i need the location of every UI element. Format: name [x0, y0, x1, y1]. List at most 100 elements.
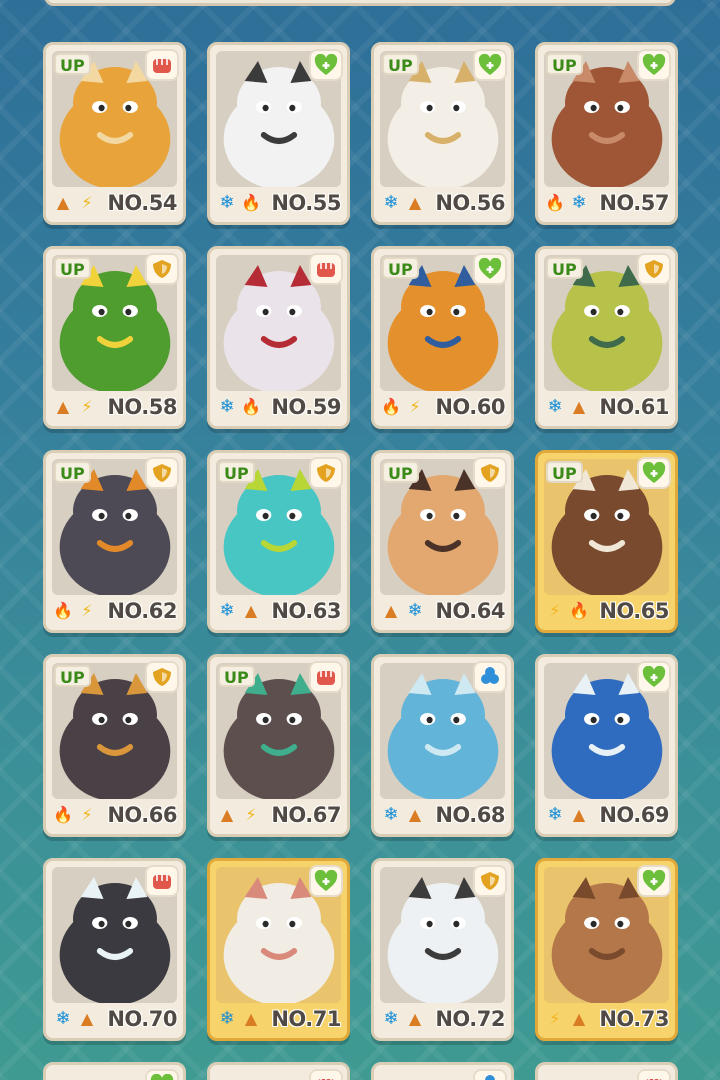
- fist-icon: [637, 1069, 671, 1080]
- monster-card[interactable]: ❄ ▲ NO.72: [371, 858, 514, 1041]
- card-footer: ❄ ▲ NO.68: [380, 800, 505, 830]
- snowflake-icon: ❄: [219, 396, 235, 417]
- monster-card[interactable]: ❄ ▲ NO.70: [43, 858, 186, 1041]
- monster-card[interactable]: ❄ 🔥 NO.59: [207, 246, 350, 429]
- fist-icon: [309, 253, 343, 285]
- mountain-icon: ▲: [244, 601, 258, 620]
- snowflake-icon: ❄: [547, 804, 563, 825]
- heart-plus-icon: [637, 457, 671, 489]
- up-badge: UP: [382, 461, 419, 483]
- snowflake-icon: ❄: [407, 600, 423, 621]
- heart-plus-icon: [473, 49, 507, 81]
- snowflake-icon: ❄: [383, 804, 399, 825]
- monster-card[interactable]: [207, 1062, 350, 1080]
- monster-card[interactable]: UP 🔥 ⚡ NO.66: [43, 654, 186, 837]
- monster-card[interactable]: UP 🔥 ⚡ NO.60: [371, 246, 514, 429]
- monster-card[interactable]: UP 🔥 ⚡ NO.62: [43, 450, 186, 633]
- monster-number: NO.70: [107, 1007, 177, 1031]
- monster-card[interactable]: [371, 1062, 514, 1080]
- mountain-icon: ▲: [408, 193, 422, 212]
- card-footer: ▲ ⚡ NO.54: [52, 188, 178, 218]
- card-footer: 🔥 ⚡ NO.60: [380, 392, 505, 422]
- up-badge: UP: [546, 461, 583, 483]
- lightning-icon: ⚡: [549, 1009, 561, 1028]
- monster-card[interactable]: ❄ 🔥 NO.55: [207, 42, 350, 225]
- monster-card[interactable]: UP ▲ ⚡ NO.58: [43, 246, 186, 429]
- card-footer: ▲ ⚡ NO.67: [216, 800, 342, 830]
- lightning-icon: ⚡: [81, 193, 93, 212]
- heart-plus-icon: [637, 661, 671, 693]
- shield-icon: [637, 253, 671, 285]
- monster-number: NO.65: [599, 599, 669, 623]
- fire-icon: 🔥: [569, 601, 589, 620]
- monster-card[interactable]: UP ▲ ⚡ NO.54: [43, 42, 186, 225]
- monster-card[interactable]: ⚡ ▲ NO.73: [535, 858, 678, 1041]
- shield-icon: [145, 457, 179, 489]
- card-footer: ▲ ❄ NO.64: [380, 596, 506, 626]
- card-footer: ❄ ▲ NO.61: [544, 392, 669, 422]
- card-footer: ❄ ▲ NO.56: [380, 188, 505, 218]
- up-badge: UP: [382, 257, 419, 279]
- up-badge: UP: [546, 257, 583, 279]
- monster-card[interactable]: UP ❄ ▲ NO.56: [371, 42, 514, 225]
- fist-icon: [145, 865, 179, 897]
- monster-card[interactable]: UP ▲ ⚡ NO.67: [207, 654, 350, 837]
- monster-card[interactable]: ❄ ▲ NO.69: [535, 654, 678, 837]
- mountain-icon: ▲: [56, 193, 70, 212]
- monster-card[interactable]: UP 🔥 ❄ NO.57: [535, 42, 678, 225]
- monster-card[interactable]: UP ❄ ▲ NO.63: [207, 450, 350, 633]
- mountain-icon: ▲: [408, 805, 422, 824]
- mountain-icon: ▲: [220, 805, 234, 824]
- monster-card[interactable]: ❄ ▲ NO.68: [371, 654, 514, 837]
- shield-icon: [473, 457, 507, 489]
- monster-number: NO.64: [435, 599, 505, 623]
- monster-number: NO.73: [599, 1007, 669, 1031]
- heart-plus-icon: [309, 49, 343, 81]
- heart-plus-icon: [637, 49, 671, 81]
- snowflake-icon: ❄: [383, 1008, 399, 1029]
- monster-card[interactable]: ❄ ▲ NO.71: [207, 858, 350, 1041]
- shield-icon: [145, 661, 179, 693]
- snowflake-icon: ❄: [219, 600, 235, 621]
- heart-plus-icon: [145, 1069, 179, 1080]
- heart-plus-icon: [637, 865, 671, 897]
- monster-grid: UP ▲ ⚡ NO.54 ❄ 🔥 NO.55 UP ❄ ▲ NO.56 UP 🔥 ❄ NO.57: [43, 42, 678, 1041]
- lightning-icon: ⚡: [409, 397, 421, 416]
- monster-number: NO.69: [599, 803, 669, 827]
- card-footer: ❄ ▲ NO.70: [52, 1004, 177, 1034]
- heart-plus-icon: [473, 253, 507, 285]
- shield-icon: [309, 457, 343, 489]
- monster-number: NO.66: [107, 803, 177, 827]
- lightning-icon: ⚡: [245, 805, 257, 824]
- monster-number: NO.62: [107, 599, 177, 623]
- lightning-icon: ⚡: [81, 805, 93, 824]
- fist-icon: [309, 1069, 343, 1080]
- monster-card[interactable]: UP ⚡ 🔥 NO.65: [535, 450, 678, 633]
- monster-number: NO.67: [271, 803, 341, 827]
- up-badge: UP: [54, 53, 91, 75]
- snowflake-icon: ❄: [219, 192, 235, 213]
- mountain-icon: ▲: [572, 1009, 586, 1028]
- monster-grid-next-row: [43, 1062, 678, 1080]
- mountain-icon: ▲: [244, 1009, 258, 1028]
- heart-plus-icon: [309, 865, 343, 897]
- monster-number: NO.68: [435, 803, 505, 827]
- up-badge: UP: [54, 665, 91, 687]
- snowflake-icon: ❄: [219, 1008, 235, 1029]
- mountain-icon: ▲: [572, 397, 586, 416]
- fire-icon: 🔥: [545, 193, 565, 212]
- mountain-icon: ▲: [384, 601, 398, 620]
- drop-icon: [473, 1069, 507, 1080]
- up-badge: UP: [218, 461, 255, 483]
- snowflake-icon: ❄: [547, 396, 563, 417]
- fire-icon: 🔥: [53, 601, 73, 620]
- monster-card[interactable]: [535, 1062, 678, 1080]
- up-badge: UP: [382, 53, 419, 75]
- monster-card[interactable]: [43, 1062, 186, 1080]
- lightning-icon: ⚡: [81, 601, 93, 620]
- monster-card[interactable]: UP ❄ ▲ NO.61: [535, 246, 678, 429]
- up-badge: UP: [54, 257, 91, 279]
- card-footer: 🔥 ⚡ NO.62: [52, 596, 177, 626]
- monster-number: NO.57: [599, 191, 669, 215]
- monster-card[interactable]: UP ▲ ❄ NO.64: [371, 450, 514, 633]
